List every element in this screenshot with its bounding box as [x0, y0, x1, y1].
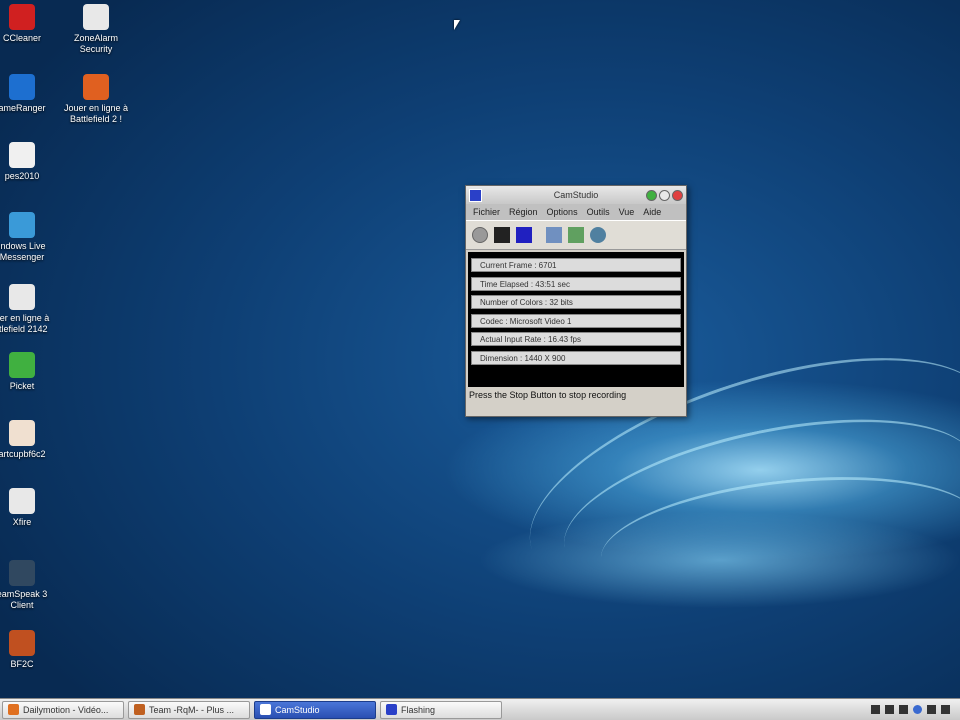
menu-aide[interactable]: Aide — [640, 206, 667, 220]
media-controls — [871, 705, 960, 714]
status-bar: Press the Stop Button to stop recording — [466, 387, 686, 403]
battlefield2142-icon — [9, 284, 35, 310]
desktop-shortcut-label: ameRanger — [0, 103, 46, 113]
desktop-shortcut[interactable]: ameRanger — [0, 74, 58, 114]
task-list: Dailymotion - Vidéo... Team -RqM- - Plus … — [2, 700, 506, 719]
teamspeak-icon — [9, 560, 35, 586]
taskbar: Dailymotion - Vidéo... Team -RqM- - Plus … — [0, 698, 960, 720]
mouse-cursor — [454, 20, 460, 30]
maximize-button[interactable] — [659, 189, 670, 201]
input-rate-field: Actual Input Rate : 16.43 fps — [471, 332, 681, 346]
taskbar-button-label: Dailymotion - Vidéo... — [23, 704, 109, 715]
bf2c-icon — [9, 630, 35, 656]
desktop-shortcut[interactable]: uer en ligne à ttlefield 2142 — [0, 284, 58, 335]
desktop-shortcut-label: ZoneAlarm Security — [73, 33, 118, 54]
battlefield-icon — [83, 74, 109, 100]
desktop-shortcut[interactable]: CCleaner — [0, 4, 58, 44]
taskbar-button-label: Team -RqM- - Plus ... — [149, 704, 235, 715]
media-pause-icon[interactable] — [885, 705, 894, 714]
current-frame-field: Current Frame : 6701 — [471, 258, 681, 272]
desktop-shortcut-label: eamSpeak 3 Client — [0, 589, 48, 610]
camstudio-window[interactable]: CamStudio Fichier Région Options Outils … — [465, 185, 687, 417]
close-button[interactable] — [672, 189, 683, 201]
media-stop-icon[interactable] — [871, 705, 880, 714]
taskbar-button[interactable]: Team -RqM- - Plus ... — [128, 700, 250, 719]
taskbar-button[interactable]: Flashing — [380, 700, 502, 719]
desktop-shortcut-label: uer en ligne à ttlefield 2142 — [0, 313, 50, 334]
artcup-icon — [9, 420, 35, 446]
flashing-icon — [386, 704, 397, 715]
record-icon[interactable] — [472, 227, 488, 243]
zonealarm-icon — [83, 4, 109, 30]
desktop-shortcut[interactable]: Picket — [0, 352, 58, 392]
time-elapsed-field: Time Elapsed : 43:51 sec — [471, 276, 681, 291]
recording-info-panel: Current Frame : 6701 Time Elapsed : 43:5… — [468, 252, 684, 387]
browser-icon — [134, 704, 145, 715]
media-prev-icon[interactable] — [899, 705, 908, 714]
media-next-icon[interactable] — [927, 705, 936, 714]
minimize-button[interactable] — [646, 189, 657, 201]
messenger-icon — [9, 212, 35, 238]
desktop-shortcut[interactable]: eamSpeak 3 Client — [0, 560, 58, 611]
menu-region[interactable]: Région — [506, 206, 544, 220]
colors-field: Number of Colors : 32 bits — [471, 295, 681, 309]
region-icon[interactable] — [546, 227, 562, 243]
stop-icon[interactable] — [516, 227, 532, 243]
window-titlebar[interactable]: CamStudio — [466, 186, 686, 204]
ccleaner-icon — [9, 4, 35, 30]
menu-vue[interactable]: Vue — [616, 206, 641, 220]
desktop-shortcut[interactable]: Xfire — [0, 488, 58, 528]
options-icon[interactable] — [590, 227, 606, 243]
media-play-icon[interactable] — [913, 705, 922, 714]
desktop-shortcut-label: BF2C — [10, 659, 34, 669]
wallpaper-swoosh — [594, 460, 960, 620]
pes-icon — [9, 142, 35, 168]
wallpaper-swoosh — [548, 387, 960, 623]
desktop-shortcut-label: pes2010 — [4, 171, 40, 181]
pause-icon[interactable] — [494, 227, 510, 243]
taskbar-button-label: Flashing — [401, 704, 436, 715]
taskbar-button-label: CamStudio — [275, 704, 320, 715]
desktop-shortcut-label: Jouer en ligne à Battlefield 2 ! — [63, 103, 129, 124]
desktop-shortcut[interactable]: artcupbf6c2 — [0, 420, 58, 460]
picket-icon — [9, 352, 35, 378]
desktop-shortcut-label: indows Live Messenger — [0, 241, 46, 262]
recording-toolbar — [466, 220, 686, 250]
desktop-shortcut[interactable]: pes2010 — [0, 142, 58, 182]
desktop-shortcut[interactable]: Jouer en ligne à Battlefield 2 ! — [60, 74, 132, 125]
camstudio-icon — [260, 704, 271, 715]
annotate-icon[interactable] — [568, 227, 584, 243]
desktop-shortcut-label: Picket — [9, 381, 35, 391]
menu-outils[interactable]: Outils — [584, 206, 616, 220]
volume-icon[interactable] — [941, 705, 950, 714]
desktop-shortcut-label: artcupbf6c2 — [0, 449, 46, 459]
desktop-shortcut-label: CCleaner — [2, 33, 42, 43]
desktop-shortcut[interactable]: BF2C — [0, 630, 58, 670]
xfire-icon — [9, 488, 35, 514]
taskbar-button[interactable]: CamStudio — [254, 700, 376, 719]
menu-fichier[interactable]: Fichier — [470, 206, 506, 220]
dimension-field: Dimension : 1440 X 900 — [471, 350, 681, 365]
desktop-shortcut[interactable]: ZoneAlarm Security — [60, 4, 132, 55]
menu-bar: Fichier Région Options Outils Vue Aide — [466, 204, 686, 220]
gameranger-icon — [9, 74, 35, 100]
desktop-shortcut[interactable]: indows Live Messenger — [0, 212, 58, 263]
desktop-shortcut-label: Xfire — [12, 517, 32, 527]
codec-field: Codec : Microsoft Video 1 — [471, 313, 681, 328]
menu-options[interactable]: Options — [544, 206, 584, 220]
firefox-icon — [8, 704, 19, 715]
taskbar-button[interactable]: Dailymotion - Vidéo... — [2, 700, 124, 719]
